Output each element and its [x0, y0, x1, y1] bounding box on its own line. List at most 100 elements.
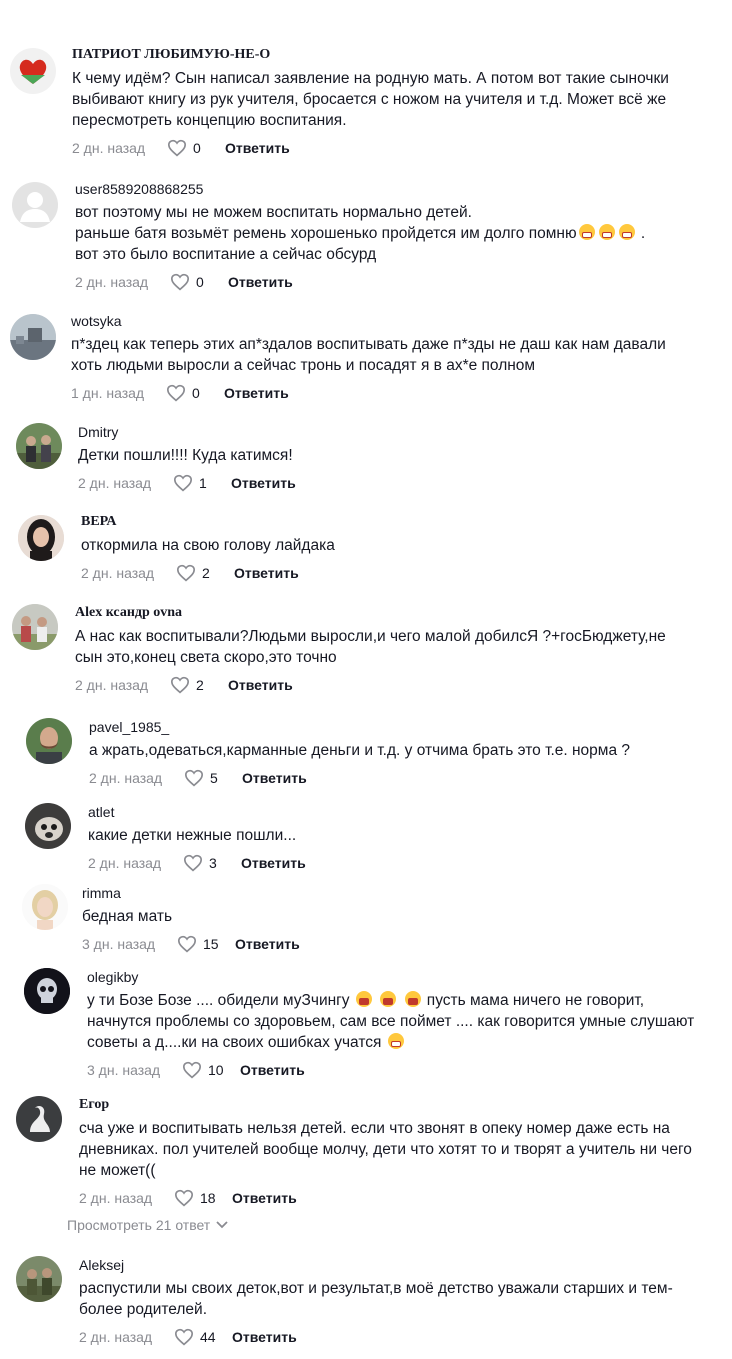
reply-button[interactable]: Ответить — [240, 1062, 305, 1078]
like-count: 0 — [196, 274, 204, 290]
reply-button[interactable]: Ответить — [224, 385, 289, 401]
blonde-woman-avatar-icon[interactable] — [22, 884, 68, 930]
comment-username[interactable]: user8589208868255 — [75, 180, 712, 198]
woman-portrait-avatar-icon[interactable] — [18, 515, 64, 561]
heart-icon — [170, 676, 190, 694]
comment-text: распустили мы своих деток,вот и результа… — [79, 1280, 673, 1318]
reply-button[interactable]: Ответить — [235, 936, 300, 952]
laugh-emoji-icon — [404, 991, 421, 1007]
comment-meta: 3 дн. назад 10 Ответить — [87, 1059, 712, 1081]
comment-username[interactable]: ПАТРИОТ ЛЮБИМУЮ-НЕ-О — [72, 46, 712, 64]
comment-date: 3 дн. назад — [82, 936, 156, 952]
heart-icon — [174, 1189, 194, 1207]
reply-button[interactable]: Ответить — [228, 677, 293, 693]
reply-button[interactable]: Ответить — [232, 1190, 297, 1206]
view-replies-label: Просмотреть 21 ответ — [67, 1217, 211, 1233]
comment-username[interactable]: pavel_1985_ — [89, 718, 712, 736]
like-count: 18 — [200, 1190, 216, 1206]
comment-meta: 2 дн. назад 0 Ответить — [72, 137, 712, 159]
laugh-emoji-icon — [355, 991, 372, 1007]
like-button[interactable]: 1 — [173, 474, 231, 492]
landscape-avatar-icon[interactable] — [10, 314, 56, 360]
comment-text-start: вот поэтому мы не можем воспитать нормал… — [75, 204, 577, 242]
comment-text: сча уже и воспитывать нельзя детей. если… — [79, 1120, 692, 1179]
reply-button[interactable]: Ответить — [231, 475, 296, 491]
like-button[interactable]: 5 — [184, 769, 242, 787]
comment-meta: 2 дн. назад 2 Ответить — [81, 562, 712, 584]
comment-username[interactable]: olegikby — [87, 968, 712, 986]
like-count: 0 — [192, 385, 200, 401]
like-button[interactable]: 3 — [183, 854, 241, 872]
comment-username[interactable]: Егор — [79, 1096, 712, 1114]
like-button[interactable]: 0 — [167, 139, 225, 157]
heart-icon — [176, 564, 196, 582]
heart-flag-avatar-icon[interactable] — [10, 48, 56, 94]
soldiers-avatar-icon[interactable] — [16, 1256, 62, 1302]
reply-button[interactable]: Ответить — [232, 1329, 297, 1345]
like-button[interactable]: 44 — [174, 1328, 232, 1346]
comment-username[interactable]: wotsyka — [71, 312, 712, 330]
like-button[interactable]: 2 — [170, 676, 228, 694]
like-count: 2 — [196, 677, 204, 693]
comment-meta: 2 дн. назад 0 Ответить — [75, 271, 712, 293]
like-count: 0 — [193, 140, 201, 156]
like-count: 15 — [203, 936, 219, 952]
comment-meta: 3 дн. назад 15 Ответить — [82, 933, 712, 955]
comment-meta: 1 дн. назад 0 Ответить — [71, 382, 712, 404]
like-button[interactable]: 18 — [174, 1189, 232, 1207]
comment-date: 2 дн. назад — [72, 140, 146, 156]
comment-text: вот поэтому мы не можем воспитать нормал… — [75, 202, 712, 265]
reply-button[interactable]: Ответить — [241, 855, 306, 871]
comment-date: 3 дн. назад — [87, 1062, 161, 1078]
grin-emoji-icon — [598, 224, 615, 240]
like-count: 2 — [202, 565, 210, 581]
reply-button[interactable]: Ответить — [234, 565, 299, 581]
reply-button[interactable]: Ответить — [228, 274, 293, 290]
comment-text: п*здец как теперь этих ап*здалов воспиты… — [71, 336, 666, 374]
comment-meta: 2 дн. назад 2 Ответить — [75, 674, 712, 696]
heart-icon — [173, 474, 193, 492]
comment-date: 2 дн. назад — [75, 274, 149, 290]
cat-avatar-icon[interactable] — [25, 803, 71, 849]
heart-icon — [167, 139, 187, 157]
group-photo-avatar-icon[interactable] — [16, 423, 62, 469]
comment-meta: 2 дн. назад 18 Ответить — [79, 1187, 712, 1209]
comment-username[interactable]: rimma — [82, 884, 712, 902]
comment-text: у ти Бозе Бозе .... обидели муЗчингу пус… — [87, 990, 712, 1053]
comment-username[interactable]: Aleksej — [79, 1256, 712, 1274]
heart-icon — [183, 854, 203, 872]
comment-date: 2 дн. назад — [79, 1329, 153, 1345]
heart-icon — [184, 769, 204, 787]
man-portrait-avatar-icon[interactable] — [26, 718, 72, 764]
comment-date: 2 дн. назад — [75, 677, 149, 693]
comment-date: 2 дн. назад — [78, 475, 152, 491]
reply-button[interactable]: Ответить — [242, 770, 307, 786]
swan-avatar-icon[interactable] — [16, 1096, 62, 1142]
like-button[interactable]: 2 — [176, 564, 234, 582]
comment-text: а жрать,одеваться,карманные деньги и т.д… — [89, 742, 630, 759]
heart-icon — [166, 384, 186, 402]
comment-date: 2 дн. назад — [81, 565, 155, 581]
comment-text: А нас как воспитывали?Людьми выросли,и ч… — [75, 628, 666, 666]
like-button[interactable]: 0 — [166, 384, 224, 402]
comment-text: Детки пошли!!!! Куда катимся! — [78, 447, 293, 464]
comment-text: откормила на свою голову лайдака — [81, 537, 335, 554]
comment-username[interactable]: Dmitry — [78, 423, 712, 441]
comment-meta: 2 дн. назад 1 Ответить — [78, 472, 712, 494]
comment-text: какие детки нежные пошли... — [88, 827, 297, 844]
family-photo-avatar-icon[interactable] — [12, 604, 58, 650]
reply-button[interactable]: Ответить — [225, 140, 290, 156]
view-replies-button[interactable]: Просмотреть 21 ответ — [67, 1217, 228, 1233]
comment-date: 1 дн. назад — [71, 385, 145, 401]
comment-username[interactable]: Alex ксандр ovna — [75, 604, 712, 622]
like-button[interactable]: 10 — [182, 1061, 240, 1079]
default-user-avatar-icon[interactable] — [12, 182, 58, 228]
like-button[interactable]: 0 — [170, 273, 228, 291]
skull-avatar-icon[interactable] — [24, 968, 70, 1014]
like-button[interactable]: 15 — [177, 935, 235, 953]
chevron-down-icon — [216, 1221, 228, 1229]
comment-username[interactable]: ВЕРА — [81, 513, 712, 531]
comment-username[interactable]: atlet — [88, 803, 712, 821]
comment-meta: 2 дн. назад 3 Ответить — [88, 852, 712, 874]
comment-text-start: у ти Бозе Бозе .... обидели муЗчингу — [87, 992, 354, 1009]
